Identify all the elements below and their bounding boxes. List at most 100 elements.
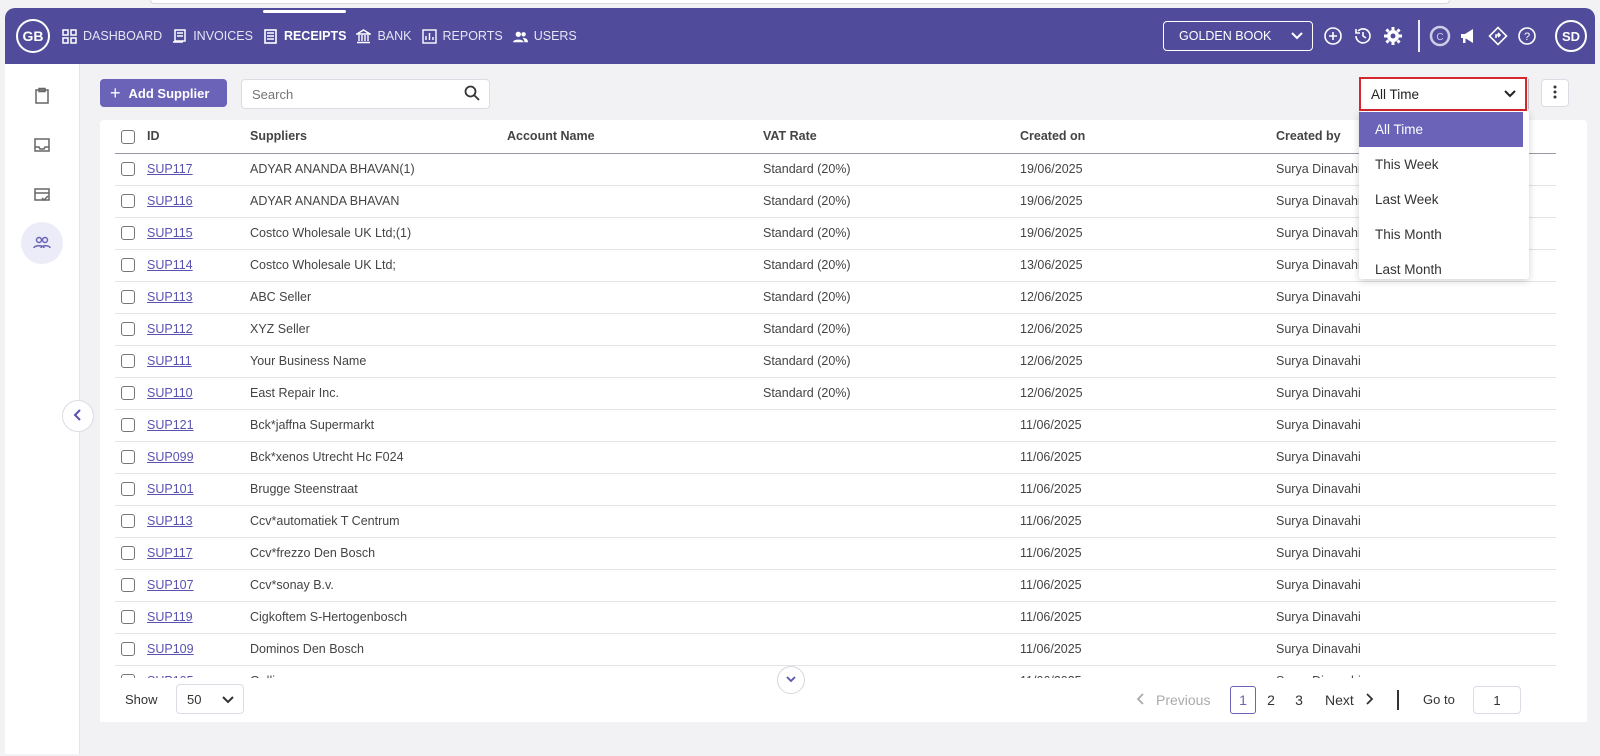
supplier-id-link[interactable]: SUP117 (147, 162, 193, 176)
date-range-filter[interactable]: All Time (1359, 77, 1527, 111)
table-row[interactable]: SUP113 ABC Seller Standard (20%) 12/06/2025… (115, 281, 1556, 314)
supplier-id-link[interactable]: SUP113 (147, 514, 193, 528)
menu-item-all-time[interactable]: All Time (1359, 112, 1523, 147)
supplier-id-link[interactable]: SUP111 (147, 354, 192, 368)
search-input[interactable] (241, 79, 490, 109)
announcement-icon[interactable] (1458, 25, 1480, 47)
sidebar-collapse-button[interactable] (62, 400, 94, 432)
directions-icon[interactable] (1487, 25, 1509, 47)
page-size-select[interactable]: 50 (176, 684, 244, 714)
row-checkbox[interactable] (121, 290, 135, 305)
table-row[interactable]: SUP119 Cigkoftem S-Hertogenbosch 11/06/202… (115, 601, 1556, 634)
row-checkbox[interactable] (121, 226, 135, 241)
column-header-id[interactable]: ID (147, 120, 250, 154)
select-all-checkbox[interactable] (121, 129, 135, 144)
row-checkbox[interactable] (121, 514, 135, 529)
supplier-name: Brugge Steenstraat (250, 482, 358, 496)
supplier-id-link[interactable]: SUP115 (147, 226, 193, 240)
menu-item-this-week[interactable]: This Week (1359, 147, 1523, 182)
card-check-icon[interactable] (21, 174, 63, 216)
table-row[interactable]: SUP115 Costco Wholesale UK Ltd;(1) Standar… (115, 217, 1556, 250)
supplier-name: Your Business Name (250, 354, 367, 368)
table-row[interactable]: SUP107 Ccv*sonay B.v. 11/06/2025 Surya Dina… (115, 569, 1556, 602)
supplier-id-link[interactable]: SUP101 (147, 482, 194, 496)
supplier-name: ADYAR ANANDA BHAVAN(1) (250, 162, 415, 176)
supplier-id-link[interactable]: SUP114 (147, 258, 193, 272)
row-checkbox[interactable] (121, 162, 135, 177)
table-row[interactable]: SUP113 Ccv*automatiek T Centrum 11/06/2025… (115, 505, 1556, 538)
created-on: 11/06/2025 (1020, 546, 1082, 560)
column-header-vat-rate[interactable]: VAT Rate (763, 120, 1020, 154)
table-row[interactable]: SUP110 East Repair Inc. Standard (20%) 12/0… (115, 377, 1556, 410)
table-row[interactable]: SUP111 Your Business Name Standard (20%) 12… (115, 345, 1556, 378)
row-checkbox[interactable] (121, 386, 135, 401)
menu-item-last-month[interactable]: Last Month (1359, 252, 1523, 287)
table-row[interactable]: SUP117 Ccv*frezzo Den Bosch 11/06/2025 Sury… (115, 537, 1556, 570)
suppliers-users-icon[interactable] (21, 222, 63, 264)
supplier-id-link[interactable]: SUP110 (147, 386, 193, 400)
nav-receipts[interactable]: RECEIPTS (262, 8, 346, 64)
goto-page-input[interactable]: 1 (1473, 686, 1521, 714)
page-1-button[interactable]: 1 (1230, 686, 1256, 714)
previous-page-button[interactable]: Previous (1136, 687, 1210, 713)
row-checkbox[interactable] (121, 546, 135, 561)
currency-icon[interactable]: C (1429, 25, 1451, 47)
nav-bank[interactable]: BANK (356, 8, 412, 64)
more-options-button[interactable] (1541, 79, 1569, 107)
svg-text:?: ? (1524, 31, 1530, 43)
company-selector[interactable]: GOLDEN BOOK (1163, 21, 1313, 51)
row-checkbox[interactable] (121, 322, 135, 337)
menu-item-this-month[interactable]: This Month (1359, 217, 1523, 252)
search-icon[interactable] (464, 85, 480, 104)
page-3-button[interactable]: 3 (1286, 686, 1312, 714)
supplier-id-link[interactable]: SUP107 (147, 578, 194, 592)
page-2-button[interactable]: 2 (1258, 686, 1284, 714)
supplier-id-link[interactable]: SUP121 (147, 418, 194, 432)
row-checkbox[interactable] (121, 482, 135, 497)
row-checkbox[interactable] (121, 610, 135, 625)
add-circle-icon[interactable] (1322, 25, 1344, 47)
supplier-id-link[interactable]: SUP109 (147, 642, 194, 656)
help-icon[interactable]: ? (1516, 25, 1538, 47)
row-checkbox[interactable] (121, 450, 135, 465)
supplier-id-link[interactable]: SUP117 (147, 546, 193, 560)
table-row[interactable]: SUP112 XYZ Seller Standard (20%) 12/06/2025… (115, 313, 1556, 346)
table-row[interactable]: SUP099 Bck*xenos Utrecht Hc F024 11/06/202… (115, 441, 1556, 474)
nav-users[interactable]: USERS (512, 8, 577, 64)
nav-label: REPORTS (442, 29, 503, 43)
table-row[interactable]: SUP121 Bck*jaffna Supermarkt 11/06/2025 Sur… (115, 409, 1556, 442)
company-logo[interactable]: GB (16, 19, 50, 53)
nav-dashboard[interactable]: DASHBOARD (62, 8, 162, 64)
created-on: 13/06/2025 (1020, 258, 1083, 272)
supplier-id-link[interactable]: SUP099 (147, 450, 194, 464)
nav-reports[interactable]: REPORTS (421, 8, 503, 64)
table-row[interactable]: SUP117 ADYAR ANANDA BHAVAN(1) Standard (20… (115, 153, 1556, 186)
table-row[interactable]: SUP101 Brugge Steenstraat 11/06/2025 Surya … (115, 473, 1556, 506)
row-checkbox[interactable] (121, 354, 135, 369)
scroll-down-button[interactable] (777, 666, 805, 694)
row-checkbox[interactable] (121, 642, 135, 657)
settings-gear-icon[interactable] (1382, 25, 1404, 47)
supplier-id-link[interactable]: SUP113 (147, 290, 193, 304)
row-checkbox[interactable] (121, 578, 135, 593)
nav-invoices[interactable]: INVOICES (172, 8, 253, 64)
column-header-suppliers[interactable]: Suppliers (250, 120, 507, 154)
table-row[interactable]: SUP116 ADYAR ANANDA BHAVAN Standard (20%) 1… (115, 185, 1556, 218)
user-avatar[interactable]: SD (1555, 20, 1587, 52)
add-supplier-button[interactable]: + Add Supplier (100, 79, 227, 107)
clipboard-icon[interactable] (21, 75, 63, 117)
column-header-created-on[interactable]: Created on (1020, 120, 1276, 154)
supplier-id-link[interactable]: SUP119 (147, 610, 193, 624)
inbox-icon[interactable] (21, 124, 63, 166)
supplier-id-link[interactable]: SUP116 (147, 194, 193, 208)
row-checkbox[interactable] (121, 194, 135, 209)
next-page-button[interactable]: Next (1325, 687, 1374, 713)
table-row[interactable]: SUP109 Dominos Den Bosch 11/06/2025 Surya D… (115, 633, 1556, 666)
menu-item-last-week[interactable]: Last Week (1359, 182, 1523, 217)
history-icon[interactable] (1352, 25, 1374, 47)
column-header-account-name[interactable]: Account Name (507, 120, 763, 154)
table-row[interactable]: SUP114 Costco Wholesale UK Ltd; Standard (… (115, 249, 1556, 282)
row-checkbox[interactable] (121, 258, 135, 273)
supplier-id-link[interactable]: SUP112 (147, 322, 193, 336)
row-checkbox[interactable] (121, 418, 135, 433)
